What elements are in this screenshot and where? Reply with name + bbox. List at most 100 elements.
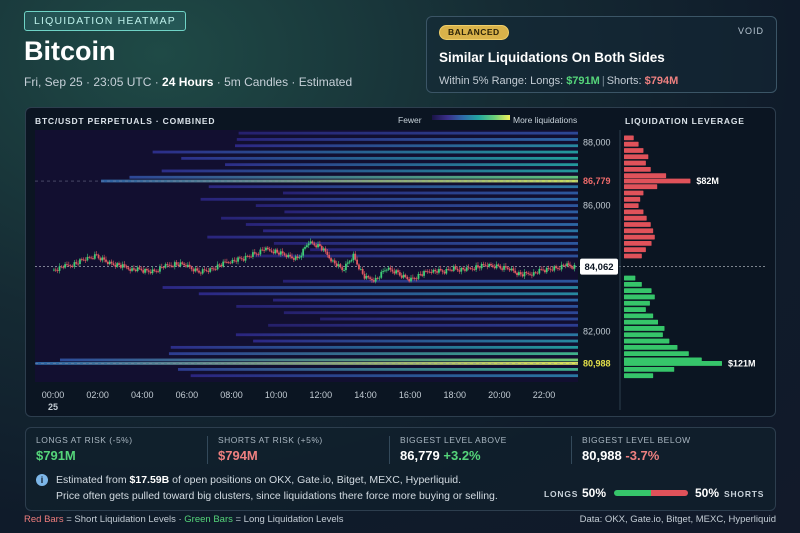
candle-body [456,268,459,271]
long-short-ratio-bar [614,490,688,496]
ratio-bar-longs [614,490,651,496]
candle-body [134,269,137,272]
candle-body [317,244,319,248]
candle-body [112,263,115,266]
candle-body [480,263,483,269]
candle-body [348,261,351,263]
candle-body [538,268,541,274]
candle-body [129,269,132,271]
candle-body [225,261,228,263]
candle-body [294,256,297,260]
heatmap-band [101,179,578,183]
candle-body [252,252,254,257]
heatmap-band [238,131,578,135]
heatmap-band [255,204,578,207]
longs-ratio-value: 50% [582,486,607,500]
candle-body [545,267,548,273]
candle-body [408,279,411,282]
candle-body [88,256,91,258]
candle-body [136,267,139,272]
candle-body [534,272,537,274]
footnote-red: Red Bars [24,514,64,525]
candle-body [542,269,544,271]
candle-body [484,264,487,266]
candle-body [153,269,156,271]
long-liquidation-bar [624,313,654,319]
candle-body [426,271,429,273]
candle-body [166,264,169,266]
candle-body [419,273,422,275]
candle-body [84,259,87,261]
candle-body [90,257,93,259]
biggest-above-price: 86,779 [400,448,440,463]
heatmap-band [129,175,578,179]
candle-body [149,271,152,274]
candle-body [525,272,528,273]
candle-body [477,265,479,268]
heatmap-band [225,163,579,167]
candle-body [464,269,466,271]
candle-body [478,267,481,269]
candle-body [138,267,141,269]
candle-body [276,249,279,253]
candle-body [333,260,336,264]
heatmap-band [235,144,578,148]
stat-biggest-above: BIGGEST LEVEL ABOVE 86,779 +3.2% [400,435,507,465]
candle-body [551,269,554,271]
stat-divider [389,436,390,464]
candle-body [346,262,349,264]
short-liquidation-bar [624,247,646,253]
candle-body [380,271,383,278]
candle-body [339,264,342,268]
candle-body [305,245,308,248]
candle-body [495,264,498,269]
candle-body [382,271,385,272]
candle-body [443,271,446,274]
heatmap-band [162,286,579,289]
candle-body [296,256,299,259]
candle-body [491,265,494,267]
candle-body [324,248,327,252]
candle-body [227,262,230,264]
candle-body [376,277,379,279]
stat-label: BIGGEST LEVEL BELOW [582,435,691,445]
candle-body [162,267,165,269]
candle-body [263,249,265,251]
longs-ratio-label: LONGS [544,489,579,499]
stat-shorts-at-risk: SHORTS AT RISK (+5%) $794M [218,435,323,465]
candle-body [488,264,491,267]
candle-body [328,254,331,259]
candle-body [140,268,143,271]
x-tick-label: 00:00 [42,390,65,400]
candle-body [350,260,353,262]
info-line-1: Estimated from $17.59B of open positions… [56,474,461,486]
heatmap-band [190,374,578,378]
candle-body [99,258,102,261]
candle-body [564,265,567,267]
x-tick-label: 14:00 [354,390,377,400]
heatmap-band [282,191,578,195]
candle-body [540,268,543,270]
footnote-green: Green Bars [184,514,233,525]
candle-body [508,268,511,271]
candle-body [424,271,427,272]
candle-body [164,264,167,268]
candle-body [160,266,163,268]
candle-body [415,278,418,280]
long-liquidation-bar [624,307,646,312]
candle-body [311,241,314,244]
short-liquidation-bar [624,234,655,240]
candle-body [53,269,55,271]
candle-body [253,252,256,254]
candle-body [80,259,83,261]
stat-label: LONGS AT RISK (-5%) [36,435,133,445]
long-liquidation-bar [624,351,689,357]
candle-body [398,272,401,276]
candle-body [471,268,474,270]
heatmap-band [310,248,578,252]
candle-body [482,263,485,265]
stat-value: $791M [36,448,76,463]
x-tick-label: 06:00 [176,390,199,400]
stat-value: 86,779 +3.2% [400,448,507,463]
stat-value: $794M [218,448,258,463]
